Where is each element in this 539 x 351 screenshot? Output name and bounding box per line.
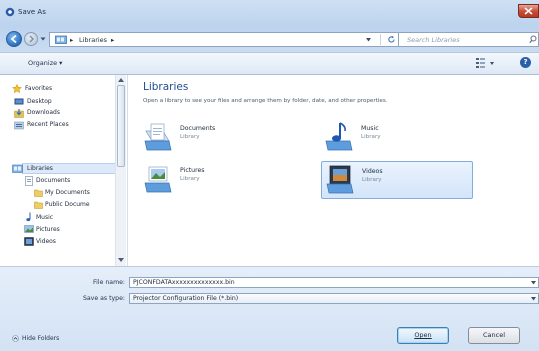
nav-item-pictures[interactable]: Pictures	[36, 226, 60, 233]
page-title: Libraries	[143, 81, 189, 93]
library-type: Library	[180, 176, 200, 182]
library-name: Pictures	[180, 167, 205, 174]
refresh-icon	[388, 35, 395, 43]
scroll-down-icon[interactable]	[118, 258, 124, 262]
documents-library-icon	[144, 123, 172, 151]
open-button[interactable]: Open	[397, 327, 449, 344]
title-bar: Save As	[0, 0, 539, 26]
forward-button[interactable]	[24, 32, 38, 46]
downloads-icon	[14, 109, 24, 118]
address-dropdown-icon[interactable]	[366, 38, 371, 42]
save-type-select[interactable]: Projector Configuration File (*.bin)	[129, 293, 539, 304]
library-type: Library	[180, 134, 200, 140]
cancel-button[interactable]: Cancel	[468, 327, 520, 344]
recent-pages-chevron-icon[interactable]	[40, 36, 46, 42]
folder-icon	[34, 201, 43, 209]
open-button-label: Open	[414, 331, 432, 339]
nav-item-desktop[interactable]: Desktop	[27, 98, 52, 105]
content-pane: Libraries Open a library to see your fil…	[128, 75, 539, 266]
library-name: Videos	[362, 168, 383, 175]
music-icon	[26, 212, 31, 222]
window-title: Save As	[18, 8, 46, 16]
videos-library-icon	[326, 165, 354, 194]
crumb-separator: ▸	[111, 36, 115, 44]
back-button[interactable]	[6, 31, 22, 47]
change-view-icon[interactable]	[475, 57, 497, 69]
pictures-library-icon	[144, 166, 172, 193]
save-type-label: Save as type:	[82, 295, 125, 302]
close-button[interactable]	[518, 4, 539, 18]
close-icon	[524, 7, 533, 15]
search-placeholder: Search Libraries	[407, 36, 460, 44]
nav-item-public-documents[interactable]: Public Docume	[45, 201, 90, 208]
scroll-thumb[interactable]	[117, 85, 125, 167]
library-tile-documents[interactable]: Documents Library	[140, 119, 292, 157]
desktop-icon	[14, 98, 24, 105]
file-name-field[interactable]: PJCONFDATAxxxxxxxxxxxxxx.bin	[129, 277, 539, 288]
page-description: Open a library to see your files and arr…	[143, 98, 388, 104]
hide-folders-button[interactable]: Hide Folders	[22, 335, 59, 342]
videos-icon	[24, 237, 34, 246]
nav-item-documents[interactable]: Documents	[36, 177, 70, 184]
chevron-down-icon[interactable]	[531, 281, 536, 285]
library-tile-music[interactable]: Music Library	[321, 119, 473, 157]
command-bar: Organize ▾ ?	[0, 52, 539, 75]
nav-item-libraries[interactable]: Libraries	[27, 165, 53, 172]
nav-item-downloads[interactable]: Downloads	[27, 109, 60, 116]
library-tile-pictures[interactable]: Pictures Library	[140, 161, 292, 199]
music-library-icon	[325, 122, 353, 151]
help-icon[interactable]: ?	[520, 57, 531, 68]
file-name-label: File name:	[93, 279, 125, 286]
pictures-icon	[24, 225, 34, 233]
arrow-left-icon	[10, 34, 17, 44]
nav-item-my-documents[interactable]: My Documents	[45, 189, 90, 196]
save-as-dialog: Save As ▸ Libraries ▸ Search Libraries O…	[0, 0, 539, 351]
address-bar[interactable]: ▸ Libraries ▸	[49, 32, 405, 47]
nav-item-music[interactable]: Music	[36, 214, 53, 221]
search-icon	[529, 35, 537, 44]
navigation-bar: ▸ Libraries ▸ Search Libraries	[0, 26, 539, 52]
chevron-down-icon[interactable]	[531, 297, 536, 301]
file-name-value: PJCONFDATAxxxxxxxxxxxxxx.bin	[133, 279, 235, 286]
library-type: Library	[361, 134, 381, 140]
nav-pane-scrollbar[interactable]	[115, 75, 126, 266]
star-icon	[12, 84, 22, 93]
documents-icon	[25, 176, 33, 186]
nav-item-recent-places[interactable]: Recent Places	[27, 121, 69, 128]
library-name: Music	[361, 125, 379, 132]
save-type-value: Projector Configuration File (*.bin)	[133, 295, 239, 302]
folder-icon	[34, 189, 43, 197]
library-tile-videos[interactable]: Videos Library	[321, 161, 473, 199]
organize-menu[interactable]: Organize ▾	[28, 59, 62, 67]
nav-item-videos[interactable]: Videos	[36, 238, 56, 245]
search-input[interactable]: Search Libraries	[398, 32, 539, 47]
library-name: Documents	[180, 125, 216, 132]
libraries-icon	[12, 164, 23, 173]
libraries-icon	[55, 35, 67, 44]
recent-places-icon	[14, 121, 24, 130]
app-icon	[5, 7, 15, 17]
scroll-up-icon[interactable]	[118, 78, 124, 82]
breadcrumb-libraries[interactable]: Libraries	[79, 36, 107, 44]
crumb-separator: ▸	[70, 36, 74, 44]
save-form: File name: PJCONFDATAxxxxxxxxxxxxxx.bin …	[0, 266, 539, 351]
navigation-pane: Favorites Desktop Downloads Recent Place…	[0, 75, 128, 266]
nav-item-favorites[interactable]: Favorites	[25, 85, 52, 92]
arrow-right-icon	[29, 35, 35, 43]
library-type: Library	[362, 177, 382, 183]
chevron-up-icon[interactable]	[12, 335, 19, 342]
